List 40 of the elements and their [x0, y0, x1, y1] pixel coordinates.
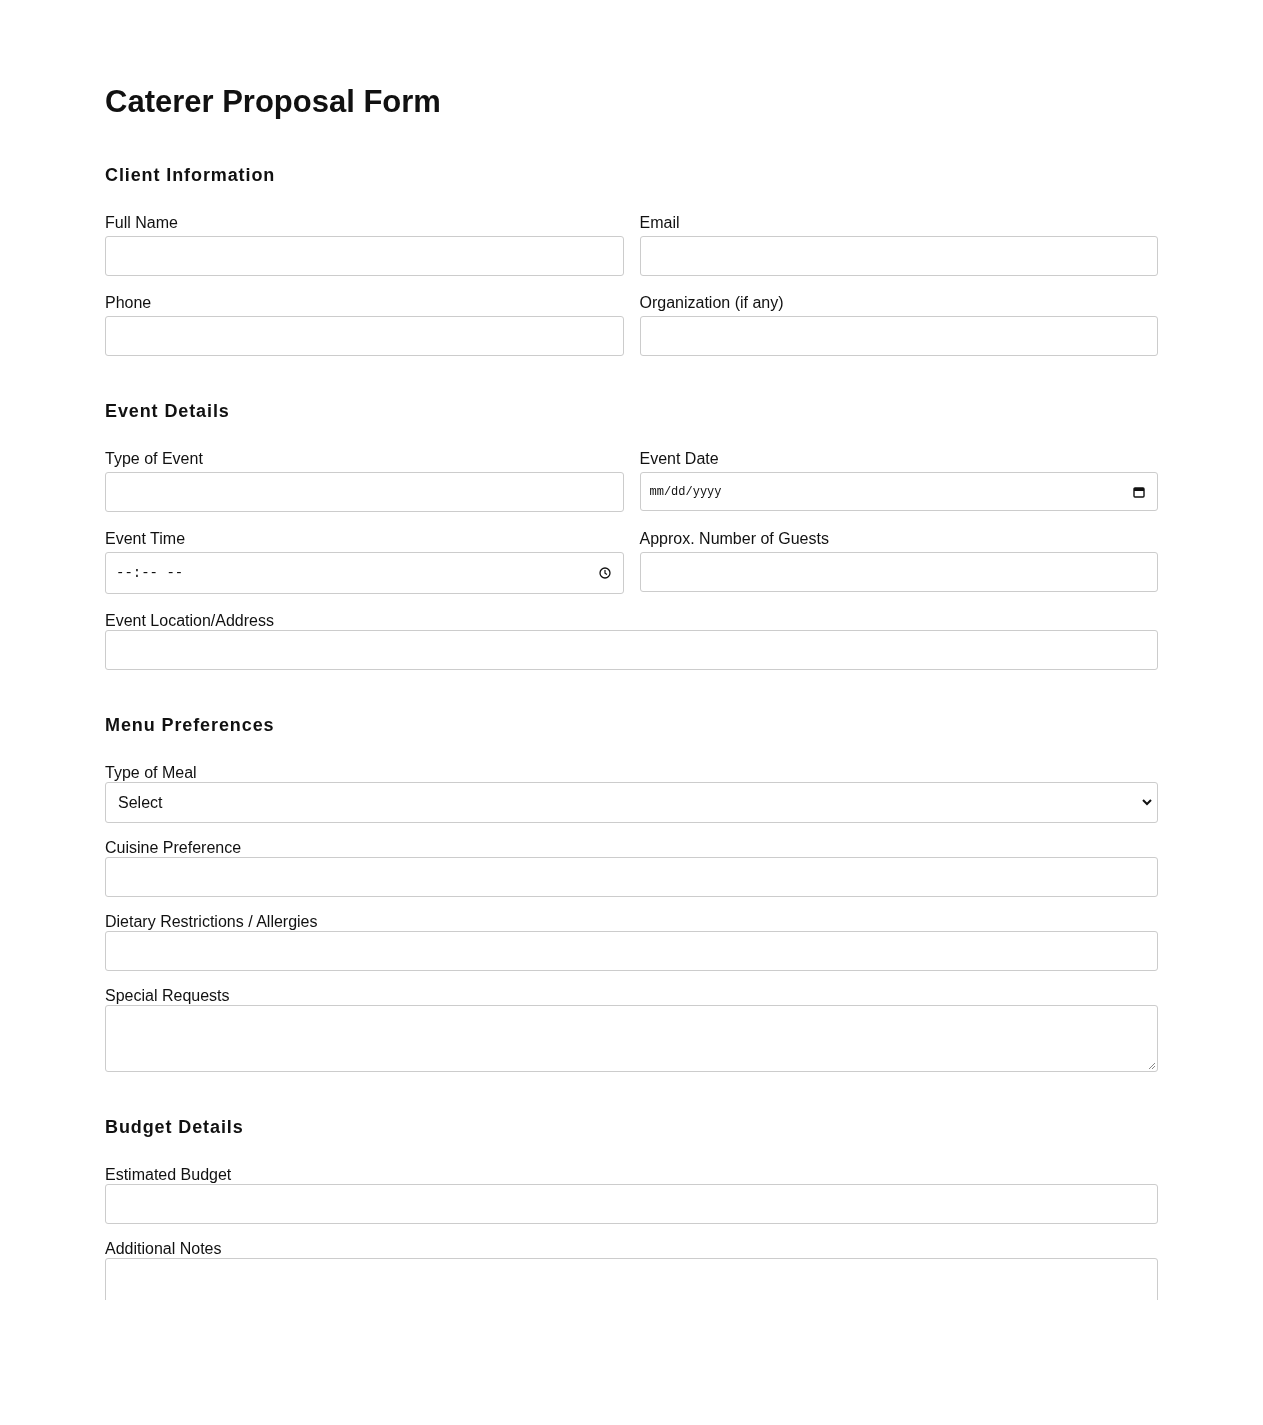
field-label: Type of Event: [105, 450, 204, 468]
field-label: Event Date: [639, 450, 720, 468]
meal-select[interactable]: Select: [105, 782, 1158, 823]
field-label: Full Name: [105, 214, 179, 232]
text-input[interactable]: [105, 630, 1158, 670]
field-label: Email: [639, 214, 681, 232]
text-input[interactable]: [639, 552, 1158, 592]
text-input[interactable]: [105, 472, 624, 512]
text-input[interactable]: [639, 316, 1158, 356]
field-label: Special Requests: [105, 987, 231, 1005]
field-label: Estimated Budget: [105, 1166, 233, 1184]
text-input[interactable]: [105, 857, 1158, 897]
field-label: Event Time: [105, 530, 187, 548]
text-input[interactable]: [105, 1184, 1158, 1224]
date-placeholder: mm/dd/yyyy: [649, 484, 722, 499]
field-label: Type of Meal: [105, 764, 198, 782]
field-label: Dietary Restrictions / Allergies: [105, 913, 319, 931]
field-label: Cuisine Preference: [105, 839, 243, 857]
date-input[interactable]: mm/dd/yyyy: [639, 472, 1158, 511]
time-input[interactable]: --:-- --: [105, 552, 624, 594]
field-label: Phone: [105, 294, 153, 312]
resize-grip-icon[interactable]: [1148, 1062, 1155, 1069]
field-label: Approx. Number of Guests: [639, 530, 830, 548]
text-input[interactable]: [639, 236, 1158, 276]
text-input[interactable]: [105, 316, 624, 356]
text-input[interactable]: [105, 236, 624, 276]
text-input[interactable]: [105, 931, 1158, 971]
section-heading: Client Information: [105, 164, 277, 186]
section-heading: Event Details: [105, 400, 231, 422]
section-heading: Menu Preferences: [105, 714, 276, 736]
clock-icon[interactable]: [598, 567, 611, 579]
textarea[interactable]: [105, 1005, 1158, 1072]
field-label: Organization (if any): [639, 294, 785, 312]
field-label: Additional Notes: [105, 1240, 223, 1258]
time-placeholder: --:-- --: [116, 565, 184, 581]
section-heading: Budget Details: [105, 1116, 245, 1138]
form-title: Caterer Proposal Form: [105, 83, 442, 120]
chevron-down-icon: [1142, 799, 1152, 806]
field-label: Event Location/Address: [105, 612, 275, 630]
calendar-icon[interactable]: [1133, 485, 1145, 498]
